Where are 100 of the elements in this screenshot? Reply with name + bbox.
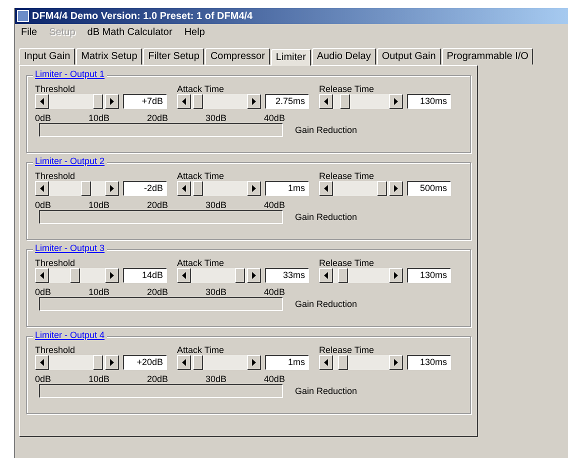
left-arrow-icon bbox=[182, 272, 186, 279]
slider-thumb[interactable] bbox=[340, 94, 350, 109]
scroll-left-button[interactable] bbox=[177, 94, 191, 109]
slider-thumb[interactable] bbox=[193, 94, 204, 109]
control-label: Attack Time bbox=[177, 258, 226, 268]
slider-thumb[interactable] bbox=[376, 181, 387, 196]
control-label: Release Time bbox=[319, 171, 376, 181]
slider-thumb[interactable] bbox=[234, 268, 245, 283]
scroll-left-button[interactable] bbox=[177, 268, 191, 283]
app-icon bbox=[17, 10, 29, 22]
meter-label: Gain Reduction bbox=[295, 386, 358, 396]
value-field[interactable]: 130ms bbox=[407, 355, 451, 370]
group-title: Limiter - Output 3 bbox=[33, 243, 107, 253]
scroll-right-button[interactable] bbox=[247, 181, 261, 196]
tab[interactable]: Audio Delay bbox=[312, 48, 376, 65]
scroll-left-button[interactable] bbox=[319, 94, 333, 109]
slider-thumb[interactable] bbox=[70, 268, 80, 283]
scroll-left-button[interactable] bbox=[35, 268, 49, 283]
scale-label: 0dB bbox=[35, 113, 52, 123]
left-arrow-icon bbox=[40, 272, 44, 279]
left-arrow-icon bbox=[40, 359, 44, 366]
right-arrow-icon bbox=[252, 359, 256, 366]
group-title: Limiter - Output 2 bbox=[33, 156, 107, 166]
scroll-left-button[interactable] bbox=[319, 355, 333, 370]
value-field[interactable]: +20dB bbox=[123, 355, 167, 370]
meter-label: Gain Reduction bbox=[295, 125, 358, 135]
control-label: Threshold bbox=[35, 258, 76, 268]
value-field[interactable]: 130ms bbox=[407, 94, 451, 109]
scroll-right-button[interactable] bbox=[389, 181, 403, 196]
right-arrow-icon bbox=[252, 272, 256, 279]
value-field[interactable]: 130ms bbox=[407, 268, 451, 283]
scale-label: 40dB bbox=[264, 200, 285, 210]
tab[interactable]: Matrix Setup bbox=[76, 48, 142, 65]
value-field[interactable]: -2dB bbox=[123, 181, 167, 196]
control-label: Attack Time bbox=[177, 171, 226, 181]
scroll-right-button[interactable] bbox=[247, 355, 261, 370]
menu-item[interactable]: dB Math Calculator bbox=[87, 27, 172, 39]
left-arrow-icon bbox=[324, 98, 328, 105]
slider-thumb[interactable] bbox=[338, 355, 348, 370]
slider-thumb[interactable] bbox=[81, 181, 92, 196]
scale-label: 30dB bbox=[205, 374, 226, 384]
scroll-right-button[interactable] bbox=[389, 355, 403, 370]
scroll-left-button[interactable] bbox=[177, 355, 191, 370]
scale-label: 20dB bbox=[146, 374, 168, 384]
control-label: Release Time bbox=[319, 345, 376, 355]
scroll-right-button[interactable] bbox=[105, 181, 119, 196]
slider-thumb[interactable] bbox=[193, 355, 204, 370]
scroll-left-button[interactable] bbox=[319, 268, 333, 283]
value-field[interactable]: +7dB bbox=[123, 94, 167, 109]
scroll-right-button[interactable] bbox=[105, 268, 119, 283]
meter-label: Gain Reduction bbox=[295, 299, 358, 309]
menu-item[interactable]: File bbox=[21, 27, 38, 39]
value-field[interactable]: 33ms bbox=[265, 268, 309, 283]
scroll-left-button[interactable] bbox=[35, 355, 49, 370]
value-field[interactable]: 1ms bbox=[265, 355, 309, 370]
scroll-right-button[interactable] bbox=[247, 268, 261, 283]
menu-item[interactable]: Help bbox=[184, 27, 205, 39]
scale-label: 30dB bbox=[205, 287, 226, 297]
scale-label: 10dB bbox=[88, 113, 110, 123]
scroll-left-button[interactable] bbox=[35, 94, 49, 109]
scale-label: 0dB bbox=[35, 374, 52, 384]
right-arrow-icon bbox=[394, 359, 398, 366]
control-label: Attack Time bbox=[177, 84, 226, 94]
slider-thumb[interactable] bbox=[193, 181, 204, 196]
scroll-right-button[interactable] bbox=[389, 94, 403, 109]
scale-label: 10dB bbox=[88, 374, 110, 384]
tab[interactable]: Programmable I/O bbox=[442, 48, 534, 65]
left-arrow-icon bbox=[40, 185, 44, 192]
control-label: Threshold bbox=[35, 84, 76, 94]
scale-label: 10dB bbox=[88, 287, 110, 297]
scroll-right-button[interactable] bbox=[389, 268, 403, 283]
slider-thumb[interactable] bbox=[92, 94, 103, 109]
tab[interactable]: Output Gain bbox=[376, 48, 441, 65]
control-label: Threshold bbox=[35, 345, 76, 355]
value-field[interactable]: 1ms bbox=[265, 181, 309, 196]
value-field[interactable]: 500ms bbox=[407, 181, 451, 196]
scroll-right-button[interactable] bbox=[247, 94, 261, 109]
scale-label: 40dB bbox=[264, 287, 285, 297]
scroll-right-button[interactable] bbox=[105, 355, 119, 370]
scale-label: 0dB bbox=[35, 200, 52, 210]
right-arrow-icon bbox=[394, 185, 398, 192]
control-label: Threshold bbox=[35, 171, 76, 181]
tab[interactable]: Limiter bbox=[270, 49, 311, 66]
slider-thumb[interactable] bbox=[92, 355, 103, 370]
scale-label: 30dB bbox=[205, 113, 226, 123]
slider-thumb[interactable] bbox=[338, 268, 348, 283]
scroll-left-button[interactable] bbox=[35, 181, 49, 196]
scale-label: 40dB bbox=[264, 113, 285, 123]
left-arrow-icon bbox=[324, 185, 328, 192]
scroll-right-button[interactable] bbox=[105, 94, 119, 109]
scale-label: 0dB bbox=[35, 287, 52, 297]
tab[interactable]: Input Gain bbox=[19, 48, 76, 65]
scale-label: 40dB bbox=[264, 374, 285, 384]
group-title: Limiter - Output 1 bbox=[33, 69, 107, 79]
tab[interactable]: Filter Setup bbox=[143, 48, 204, 65]
tab[interactable]: Compressor bbox=[205, 48, 270, 65]
value-field[interactable]: 14dB bbox=[123, 268, 167, 283]
scroll-left-button[interactable] bbox=[319, 181, 333, 196]
value-field[interactable]: 2.75ms bbox=[265, 94, 309, 109]
scroll-left-button[interactable] bbox=[177, 181, 191, 196]
